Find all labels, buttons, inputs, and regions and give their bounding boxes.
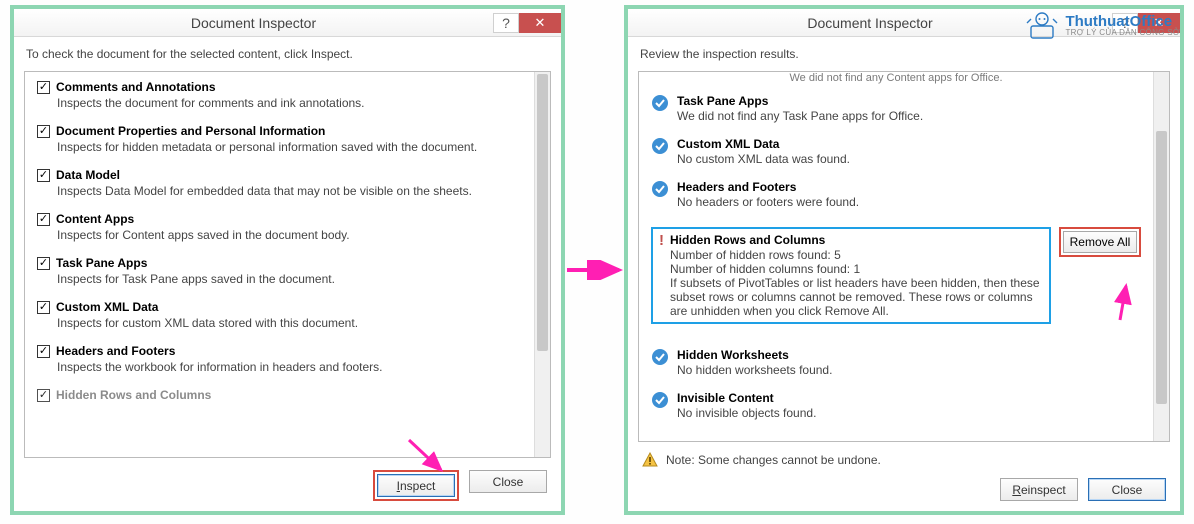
titlebar[interactable]: Document Inspector ? ✕ (14, 9, 561, 37)
document-inspector-dialog-before: Document Inspector ? ✕ To check the docu… (10, 5, 565, 515)
result-label: Task Pane Apps (677, 94, 1141, 108)
result-label: Hidden Worksheets (677, 348, 1141, 362)
instruction-text: To check the document for the selected c… (14, 37, 561, 67)
checkbox[interactable]: ✓ (37, 213, 50, 226)
vertical-scrollbar[interactable] (534, 72, 550, 457)
category-description: Inspects the document for comments and i… (57, 96, 522, 110)
check-ok-icon (651, 348, 669, 366)
category-description: Inspects for hidden metadata or personal… (57, 140, 522, 154)
highlight-hidden-rows-cols: ! Hidden Rows and ColumnsNumber of hidden… (651, 227, 1051, 324)
result-item: ! Hidden Rows and ColumnsNumber of hidden… (651, 223, 1141, 334)
reinspect-button[interactable]: Reinspect (1000, 478, 1078, 501)
close-button[interactable]: Close (1088, 478, 1166, 501)
checkbox[interactable]: ✓ (37, 169, 50, 182)
dialog-title: Document Inspector (628, 15, 1112, 31)
help-button[interactable]: ? (1112, 13, 1138, 33)
result-item: Hidden WorksheetsNo hidden worksheets fo… (651, 348, 1141, 377)
category-label: Document Properties and Personal Informa… (56, 124, 325, 138)
result-item: Invisible ContentNo invisible objects fo… (651, 391, 1141, 420)
result-label: Hidden Rows and Columns (670, 233, 1043, 247)
result-label: Custom XML Data (677, 137, 1141, 151)
category-description: Inspects Data Model for embedded data th… (57, 184, 522, 198)
warning-icon: ! (659, 233, 664, 248)
note-row: Note: Some changes cannot be undone. (628, 448, 1180, 472)
inspect-button[interactable]: Inspect (377, 474, 455, 497)
document-inspector-dialog-after: Document Inspector ? ✕ Review the inspec… (624, 5, 1184, 515)
result-description: No custom XML data was found. (677, 152, 1141, 166)
check-ok-icon (651, 180, 669, 198)
result-description: No invisible objects found. (677, 406, 1141, 420)
result-item: Custom XML DataNo custom XML data was fo… (651, 137, 1141, 166)
category-label: Content Apps (56, 212, 134, 226)
result-description: We did not find any Task Pane apps for O… (677, 109, 1141, 123)
dialog-button-row: Reinspect Close (628, 472, 1180, 511)
check-ok-icon (651, 391, 669, 409)
highlight-remove-all: Remove All (1059, 227, 1141, 257)
check-ok-icon (651, 94, 669, 112)
note-text: Note: Some changes cannot be undone. (666, 453, 881, 467)
category-label: Headers and Footers (56, 344, 175, 358)
results-scrollpane: We did not find any Content apps for Off… (638, 71, 1170, 442)
category-description: Inspects for Content apps saved in the d… (57, 228, 522, 242)
inspect-category: ✓ Headers and Footers Inspects the workboo… (37, 344, 522, 374)
category-description: Inspects for Task Pane apps saved in the… (57, 272, 522, 286)
checkbox[interactable]: ✓ (37, 389, 50, 402)
checkbox[interactable]: ✓ (37, 81, 50, 94)
inspect-category: ✓ Custom XML Data Inspects for custom XML … (37, 300, 522, 330)
inspect-category: ✓ Document Properties and Personal Inform… (37, 124, 522, 154)
content-scrollpane: ✓ Comments and Annotations Inspects the do… (24, 71, 551, 458)
result-label: Headers and Footers (677, 180, 1141, 194)
close-button[interactable]: Close (469, 470, 547, 493)
result-item: Task Pane AppsWe did not find any Task P… (651, 94, 1141, 123)
category-description: Inspects for custom XML data stored with… (57, 316, 522, 330)
checkbox[interactable]: ✓ (37, 257, 50, 270)
category-label: Hidden Rows and Columns (56, 388, 211, 402)
vertical-scrollbar[interactable] (1153, 72, 1169, 441)
category-description: Inspects the workbook for information in… (57, 360, 522, 374)
close-icon[interactable]: ✕ (519, 13, 561, 33)
result-description: No hidden worksheets found. (677, 363, 1141, 377)
result-description: Number of hidden rows found: 5Number of … (670, 248, 1043, 318)
result-description: No headers or footers were found. (677, 195, 1141, 209)
dialog-title: Document Inspector (14, 15, 493, 31)
close-icon[interactable]: ✕ (1138, 13, 1180, 33)
inspect-category: ✓ Content Apps Inspects for Content apps s… (37, 212, 522, 242)
instruction-text: Review the inspection results. (628, 37, 1180, 67)
category-label: Custom XML Data (56, 300, 158, 314)
checkbox[interactable]: ✓ (37, 301, 50, 314)
titlebar[interactable]: Document Inspector ? ✕ (628, 9, 1180, 37)
inspect-category: ✓ Comments and Annotations Inspects the do… (37, 80, 522, 110)
category-label: Data Model (56, 168, 120, 182)
magenta-arrow-between (565, 260, 625, 280)
category-label: Task Pane Apps (56, 256, 147, 270)
truncated-line: We did not find any Content apps for Off… (651, 72, 1141, 84)
warning-icon (642, 452, 658, 468)
highlight-inspect: Inspect (373, 470, 459, 501)
result-label: Invisible Content (677, 391, 1141, 405)
dialog-button-row: Inspect Close (14, 464, 561, 511)
check-ok-icon (651, 137, 669, 155)
inspect-category: ✓ Hidden Rows and Columns (37, 388, 522, 402)
checkbox[interactable]: ✓ (37, 345, 50, 358)
checkbox[interactable]: ✓ (37, 125, 50, 138)
help-button[interactable]: ? (493, 13, 519, 33)
category-label: Comments and Annotations (56, 80, 216, 94)
inspect-category: ✓ Data Model Inspects Data Model for embed… (37, 168, 522, 198)
result-item: Headers and FootersNo headers or footers… (651, 180, 1141, 209)
inspect-category: ✓ Task Pane Apps Inspects for Task Pane ap… (37, 256, 522, 286)
remove-all-button[interactable]: Remove All (1063, 231, 1137, 253)
